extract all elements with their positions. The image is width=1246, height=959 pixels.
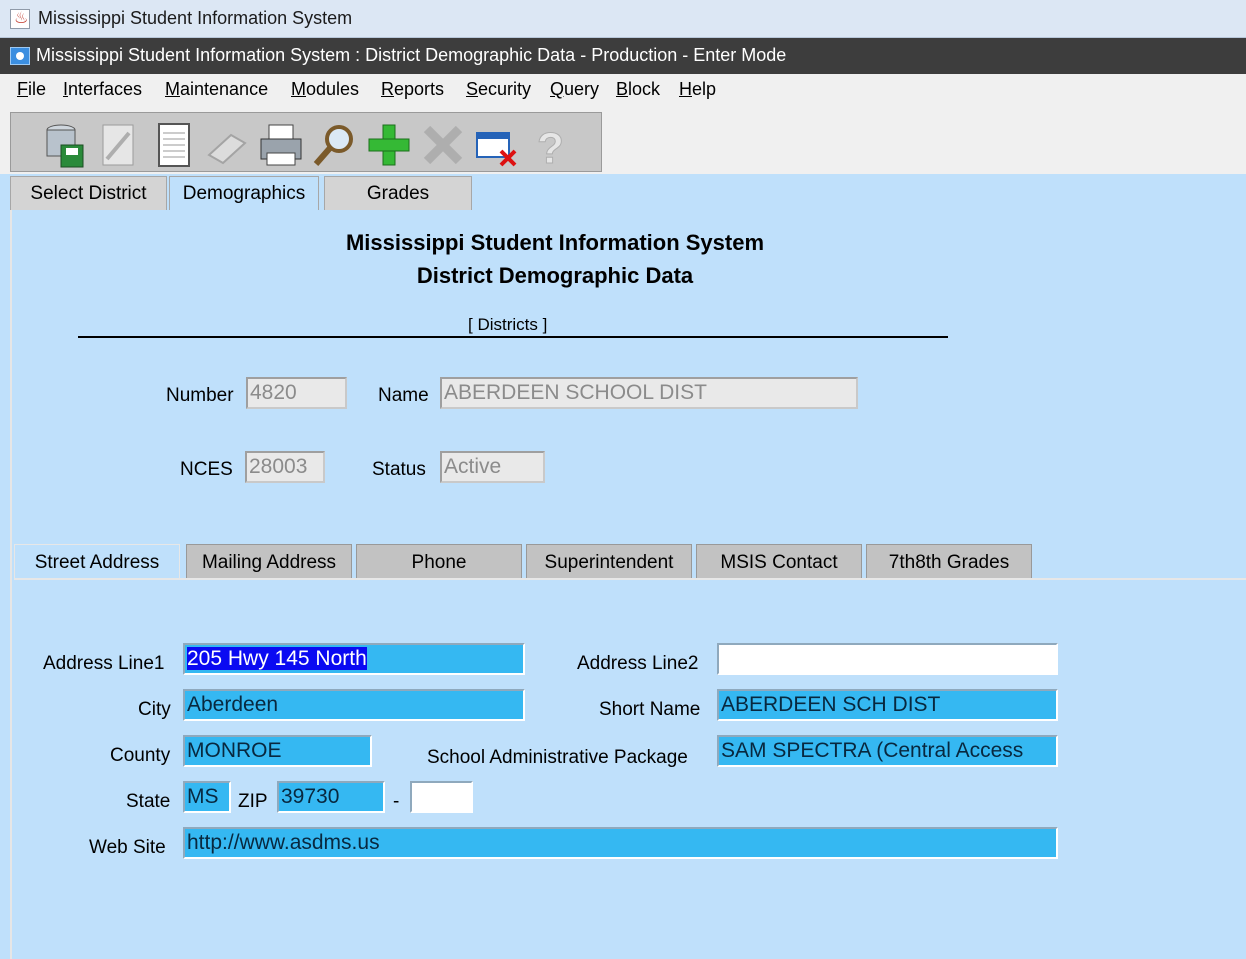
nces-field[interactable]: 28003 xyxy=(245,451,325,483)
search-icon[interactable] xyxy=(309,119,361,171)
save-icon[interactable] xyxy=(39,119,91,171)
state-label: State xyxy=(126,791,171,812)
address-line1-label: Address Line1 xyxy=(43,653,165,674)
page-subtitle: District Demographic Data xyxy=(416,263,694,288)
address-line1-value: 205 Hwy 145 North xyxy=(187,647,367,670)
delete-icon[interactable] xyxy=(417,119,469,171)
status-field[interactable]: Active xyxy=(440,451,545,483)
website-label: Web Site xyxy=(89,837,166,858)
zip-separator: - xyxy=(393,791,400,812)
print-icon[interactable] xyxy=(255,119,307,171)
menu-block[interactable]: Block xyxy=(616,79,660,100)
help-icon[interactable]: ? xyxy=(525,119,577,174)
tab-7th8th-grades[interactable]: 7th8th Grades xyxy=(866,544,1032,579)
nces-label: NCES xyxy=(180,459,233,480)
java-app-icon xyxy=(10,8,30,29)
inner-title-bar: Mississippi Student Information System :… xyxy=(0,38,1246,74)
website-field[interactable]: http://www.asdms.us xyxy=(183,827,1058,859)
toolbar-button-group: ? xyxy=(10,112,602,174)
zip-extension-field[interactable] xyxy=(410,781,473,813)
short-name-label: Short Name xyxy=(599,699,701,720)
school-admin-package-field[interactable]: SAM SPECTRA (Central Access xyxy=(717,735,1058,767)
edit-icon[interactable] xyxy=(93,119,145,171)
state-field[interactable]: MS xyxy=(183,781,231,813)
menu-help[interactable]: Help xyxy=(679,79,716,100)
menu-security[interactable]: Security xyxy=(466,79,531,100)
page-title: Mississippi Student Information System xyxy=(345,230,765,255)
forms-window-icon xyxy=(10,47,30,65)
section-divider xyxy=(78,336,948,338)
tab-grades[interactable]: Grades xyxy=(324,176,472,210)
svg-text:?: ? xyxy=(537,124,564,171)
inner-window-title: Mississippi Student Information System :… xyxy=(36,45,787,65)
outer-window-title: Mississippi Student Information System xyxy=(38,8,353,28)
demographics-panel: Mississippi Student Information System D… xyxy=(10,210,1246,959)
status-label: Status xyxy=(372,459,426,480)
address-line1-field[interactable]: 205 Hwy 145 North xyxy=(183,643,525,675)
outer-title-bar: Mississippi Student Information System xyxy=(0,0,1246,38)
tab-street-address[interactable]: Street Address xyxy=(14,544,180,579)
short-name-field[interactable]: ABERDEEN SCH DIST xyxy=(717,689,1058,721)
county-field[interactable]: MONROE xyxy=(183,735,372,767)
tab-demographics[interactable]: Demographics xyxy=(169,176,319,210)
menu-maintenance[interactable]: Maintenance xyxy=(165,79,268,100)
menu-modules[interactable]: Modules xyxy=(291,79,359,100)
notes-icon[interactable] xyxy=(147,119,199,171)
menu-file[interactable]: File xyxy=(17,79,46,100)
close-window-icon[interactable] xyxy=(471,119,523,171)
city-label: City xyxy=(138,699,171,720)
address-line2-label: Address Line2 xyxy=(577,653,699,674)
number-label: Number xyxy=(166,385,234,406)
menu-reports[interactable]: Reports xyxy=(381,79,444,100)
name-label: Name xyxy=(378,385,429,406)
county-label: County xyxy=(110,745,171,766)
menu-query[interactable]: Query xyxy=(550,79,599,100)
tab-phone[interactable]: Phone xyxy=(356,544,522,579)
toolbar: ? xyxy=(0,104,1246,174)
tab-superintendent[interactable]: Superintendent xyxy=(526,544,692,579)
address-line2-field[interactable] xyxy=(717,643,1058,675)
number-field[interactable]: 4820 xyxy=(246,377,347,409)
tab-mailing-address[interactable]: Mailing Address xyxy=(186,544,352,579)
zip-label: ZIP xyxy=(238,791,268,812)
menu-bar: File Interfaces Maintenance Modules Repo… xyxy=(0,74,1246,104)
zip-field[interactable]: 39730 xyxy=(277,781,385,813)
main-tab-strip: Select District Demographics Grades xyxy=(0,174,1246,210)
tab-msis-contact[interactable]: MSIS Contact xyxy=(696,544,862,579)
eraser-icon[interactable] xyxy=(201,119,253,171)
tab-select-district[interactable]: Select District xyxy=(10,176,167,210)
name-field[interactable]: ABERDEEN SCHOOL DIST xyxy=(440,377,858,409)
sub-tab-divider xyxy=(14,578,1246,580)
section-label: [ Districts ] xyxy=(468,315,548,334)
school-admin-package-label: School Administrative Package xyxy=(427,747,688,768)
add-icon[interactable] xyxy=(363,119,415,171)
menu-interfaces[interactable]: Interfaces xyxy=(63,79,142,100)
city-field[interactable]: Aberdeen xyxy=(183,689,525,721)
